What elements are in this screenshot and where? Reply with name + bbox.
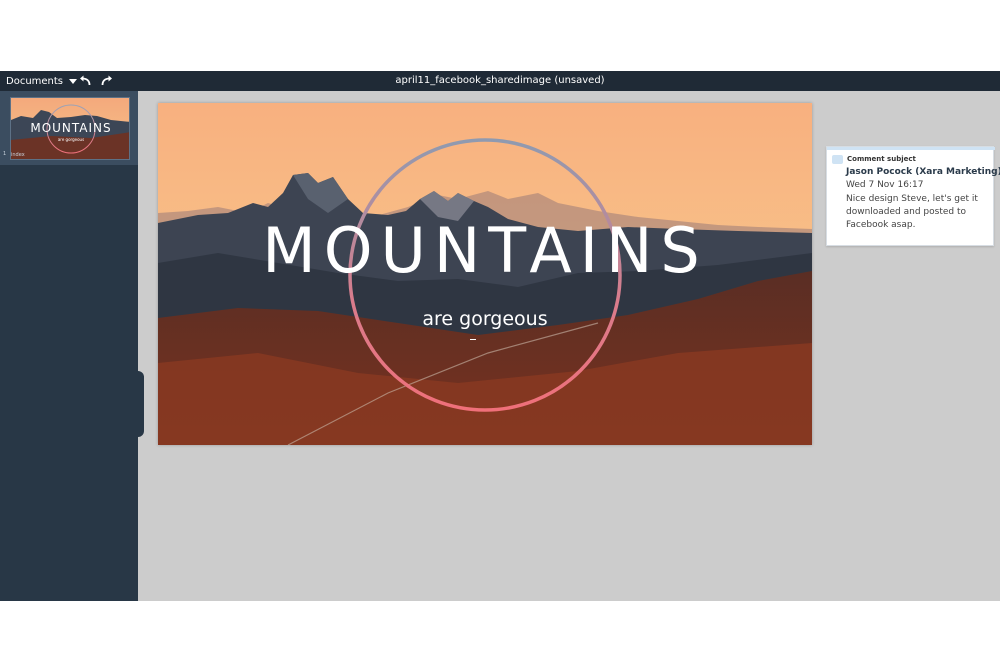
text-cursor-marker bbox=[470, 339, 476, 340]
design-heading-text[interactable]: MOUNTAINS bbox=[158, 220, 812, 282]
caret-down-icon bbox=[69, 78, 78, 84]
page-thumbnail-item[interactable]: MOUNTAINS are gorgeous 1 index bbox=[0, 91, 138, 165]
editor-app: Documents april11_facebook_sharedimage (… bbox=[0, 71, 1000, 601]
documents-menu-button[interactable]: Documents bbox=[6, 71, 78, 91]
svg-text:are gorgeous: are gorgeous bbox=[58, 137, 84, 142]
redo-button[interactable] bbox=[100, 74, 114, 88]
documents-menu-label: Documents bbox=[6, 75, 64, 87]
document-title: april11_facebook_sharedimage (unsaved) bbox=[395, 75, 605, 86]
comment-card[interactable]: Comment subject Jason Pocock (Xara Marke… bbox=[826, 146, 1000, 246]
undo-icon bbox=[80, 75, 91, 86]
comment-subject: Comment subject bbox=[847, 155, 916, 163]
panel-resize-handle[interactable] bbox=[134, 371, 144, 437]
comment-author: Jason Pocock (Xara Marketing) | bbox=[846, 167, 1000, 177]
comment-author-name: Jason Pocock (Xara Marketing) bbox=[846, 167, 1000, 177]
page-thumbnail-image: MOUNTAINS are gorgeous bbox=[11, 98, 129, 159]
comment-icon bbox=[832, 155, 843, 164]
undo-button[interactable] bbox=[78, 74, 92, 88]
pages-panel: MOUNTAINS are gorgeous 1 index bbox=[0, 91, 138, 601]
svg-text:MOUNTAINS: MOUNTAINS bbox=[30, 121, 111, 135]
page-label: index bbox=[11, 152, 25, 158]
comment-body: Nice design Steve, let's get it download… bbox=[846, 194, 978, 230]
page-number: 1 bbox=[3, 151, 7, 157]
comment-date: Wed 7 Nov 16:17 bbox=[846, 180, 924, 190]
design-subheading-text[interactable]: are gorgeous bbox=[158, 310, 812, 329]
redo-icon bbox=[101, 75, 112, 86]
design-canvas[interactable]: MOUNTAINS are gorgeous bbox=[158, 103, 812, 445]
top-toolbar: Documents april11_facebook_sharedimage (… bbox=[0, 71, 1000, 91]
page-thumbnail[interactable]: MOUNTAINS are gorgeous bbox=[10, 97, 130, 160]
